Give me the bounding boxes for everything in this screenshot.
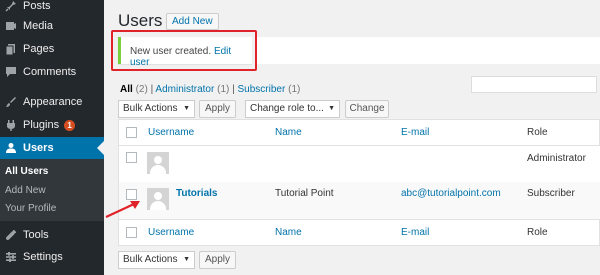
change-role-select[interactable]: Change role to... ▼ [245, 100, 340, 118]
filter-separator: | [150, 84, 154, 95]
dropdown-arrow-icon: ▼ [183, 256, 190, 263]
change-role-value: Change role to... [250, 103, 324, 114]
column-header-username[interactable]: Username [148, 127, 194, 138]
avatar [147, 188, 169, 210]
sidebar-item-media[interactable]: Media [0, 15, 104, 37]
bulk-actions-select[interactable]: Bulk Actions ▼ [118, 100, 195, 118]
table-row: Administrator [119, 146, 600, 182]
table-row: Tutorials Tutorial Point abc@tutorialpoi… [119, 182, 600, 219]
sidebar-item-plugins[interactable]: Plugins 1 [0, 114, 104, 136]
filter-administrator-count: (1) [217, 84, 230, 95]
users-icon [3, 140, 19, 156]
column-footer-role: Role [527, 227, 548, 238]
filter-all[interactable]: All [120, 84, 133, 95]
change-role-button[interactable]: Change [345, 100, 389, 118]
wrench-icon [3, 227, 19, 243]
users-submenu: All Users Add New Your Profile [0, 159, 104, 221]
sidebar-item-label: Users [23, 142, 54, 154]
username-link[interactable]: Tutorials [176, 188, 217, 199]
search-users-input[interactable] [471, 76, 597, 93]
select-all-checkbox[interactable] [126, 127, 137, 138]
annotation-arrow-icon [105, 201, 140, 218]
bulk-actions-value: Bulk Actions [123, 254, 178, 265]
update-count-badge: 1 [64, 119, 76, 131]
user-role: Subscriber [527, 188, 575, 199]
submenu-all-users[interactable]: All Users [5, 166, 48, 177]
plugin-icon [3, 117, 19, 133]
sidebar-item-label: Plugins [23, 119, 60, 131]
settings-icon [3, 249, 19, 265]
notice-strip [257, 37, 600, 64]
users-table: Username Name E-mail Role Administrator … [118, 119, 600, 246]
select-all-checkbox[interactable] [126, 227, 137, 238]
sidebar-item-users[interactable]: Users [0, 137, 104, 159]
user-role: Administrator [527, 153, 586, 164]
sidebar-item-comments[interactable]: Comments [0, 61, 104, 83]
filter-subscriber-count: (1) [288, 84, 301, 95]
submenu-add-new[interactable]: Add New [5, 185, 46, 196]
sidebar-item-label: Pages [23, 43, 55, 55]
sidebar-item-pages[interactable]: Pages [0, 38, 104, 60]
filter-separator: | [232, 84, 235, 95]
sidebar-item-label: Appearance [23, 96, 83, 108]
column-footer-email[interactable]: E-mail [401, 227, 429, 238]
page-title: Users [118, 11, 163, 30]
dropdown-arrow-icon: ▼ [183, 105, 190, 112]
notice-highlight-box [111, 30, 257, 71]
column-footer-username[interactable]: Username [148, 227, 194, 238]
comments-icon [3, 64, 19, 80]
apply-button[interactable]: Apply [199, 100, 236, 118]
pin-icon [3, 0, 19, 14]
sidebar-item-settings[interactable]: Settings [0, 246, 104, 268]
column-header-role: Role [527, 127, 548, 138]
filter-subscriber[interactable]: Subscriber [238, 84, 286, 95]
sidebar-item-label: Comments [23, 66, 77, 78]
pages-icon [3, 41, 19, 57]
media-icon [3, 18, 19, 34]
avatar [147, 152, 169, 174]
sidebar-item-label: Posts [23, 0, 51, 12]
user-email[interactable]: abc@tutorialpoint.com [401, 188, 501, 199]
sidebar-item-label: Media [23, 20, 53, 32]
apply-button-bottom[interactable]: Apply [199, 251, 236, 269]
column-footer-name[interactable]: Name [275, 227, 302, 238]
sidebar-item-appearance[interactable]: Appearance [0, 91, 104, 113]
column-header-name[interactable]: Name [275, 127, 302, 138]
sidebar-item-label: Settings [23, 251, 63, 263]
user-name: Tutorial Point [275, 188, 334, 199]
filter-all-count: (2) [135, 84, 148, 95]
role-filter-links: All (2) | Administrator (1) | Subscriber… [120, 84, 300, 95]
bulk-actions-value: Bulk Actions [123, 103, 178, 114]
table-header-row: Username Name E-mail Role [119, 120, 600, 146]
bulk-actions-select-bottom[interactable]: Bulk Actions ▼ [118, 251, 195, 269]
row-checkbox[interactable] [126, 152, 137, 163]
sidebar-item-label: Tools [23, 229, 49, 241]
paintbrush-icon [3, 94, 19, 110]
submenu-your-profile[interactable]: Your Profile [5, 203, 56, 214]
admin-sidebar: Posts Media Pages Comments Appearance Pl… [0, 0, 104, 275]
table-footer-row: Username Name E-mail Role [119, 219, 600, 245]
column-header-email[interactable]: E-mail [401, 127, 429, 138]
add-new-button[interactable]: Add New [166, 13, 219, 30]
dropdown-arrow-icon: ▼ [328, 105, 335, 112]
filter-administrator[interactable]: Administrator [155, 84, 214, 95]
sidebar-item-tools[interactable]: Tools [0, 224, 104, 246]
